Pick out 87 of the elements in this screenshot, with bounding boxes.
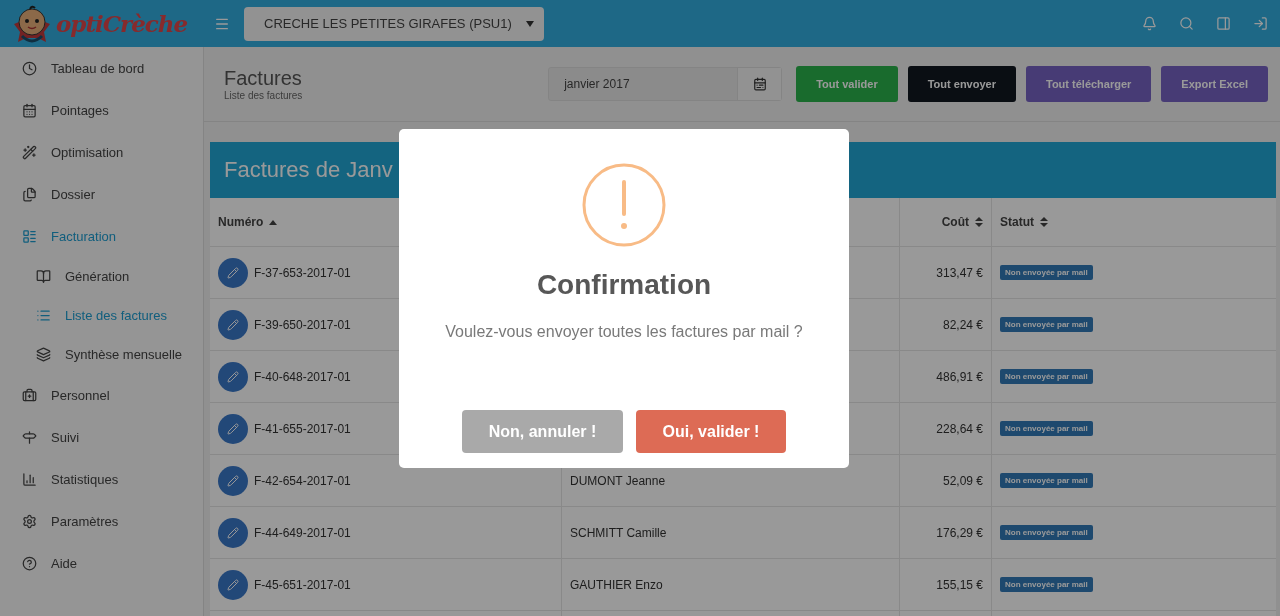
- sidebar-item[interactable]: Tableau de bord: [0, 47, 203, 89]
- action-button[interactable]: Tout envoyer: [907, 66, 1016, 102]
- month-field[interactable]: janvier 2017: [548, 67, 783, 101]
- dialog-message: Voulez-vous envoyer toutes les factures par mail ?: [445, 323, 803, 341]
- pencil-icon: [227, 318, 239, 331]
- invoice-cost: 228,64 €: [936, 421, 983, 436]
- page-title: Factures: [224, 67, 303, 90]
- invoice-number: F-45-651-2017-01: [254, 577, 351, 592]
- invoice-cost: 52,09 €: [942, 473, 983, 488]
- files-icon: [22, 186, 37, 202]
- column-header[interactable]: Statut: [1000, 215, 1034, 229]
- invoice-number: F-42-654-2017-01: [254, 473, 351, 488]
- settings-icon: [22, 513, 37, 529]
- pencil-icon: [227, 422, 239, 435]
- sidebar-item[interactable]: Personnel: [0, 374, 203, 416]
- sort-icon[interactable]: [1040, 217, 1048, 227]
- layers-icon: [36, 347, 51, 362]
- invoice-number: F-39-650-2017-01: [254, 317, 351, 332]
- invoice-cost: 486,91 €: [936, 369, 983, 384]
- pencil-icon: [227, 474, 239, 487]
- sort-ascending-icon[interactable]: [269, 219, 278, 225]
- column-header[interactable]: Numéro: [218, 215, 264, 229]
- status-badge: Non envoyée par mail: [1000, 317, 1093, 332]
- edit-button[interactable]: [218, 257, 248, 288]
- child-name: SCHMITT Camille: [570, 525, 667, 540]
- site-select[interactable]: CRECHE LES PETITES GIRAFES (PSU1): [244, 6, 544, 41]
- edit-button[interactable]: [218, 309, 248, 340]
- sidebar-item[interactable]: Aide: [0, 542, 203, 584]
- book-icon: [36, 269, 51, 284]
- calendar-icon[interactable]: [752, 77, 767, 91]
- bar-chart-icon: [22, 471, 37, 487]
- status-badge: Non envoyée par mail: [1000, 265, 1093, 280]
- child-name: DUMONT Jeanne: [570, 473, 666, 488]
- edit-button[interactable]: [218, 517, 248, 548]
- caret-icon[interactable]: [526, 20, 534, 27]
- child-name: GAUTHIER Enzo: [570, 577, 663, 592]
- invoice-cost: 176,29 €: [936, 525, 983, 540]
- action-button[interactable]: Export Excel: [1161, 66, 1268, 102]
- pencil-icon: [227, 266, 239, 279]
- edit-button[interactable]: [218, 569, 248, 600]
- sidebar-item[interactable]: Dossier: [0, 173, 203, 215]
- list-panel-icon: [22, 228, 37, 244]
- column-header[interactable]: Coût: [941, 215, 969, 229]
- status-badge: Non envoyée par mail: [1000, 473, 1093, 488]
- sort-icon[interactable]: [975, 217, 983, 227]
- help-icon: [22, 555, 37, 571]
- invoice-cost: 155,15 €: [936, 577, 983, 592]
- confirm-button[interactable]: Oui, valider !: [636, 410, 786, 453]
- sidebar-item[interactable]: Pointages: [0, 89, 203, 131]
- status-badge: Non envoyée par mail: [1000, 369, 1093, 384]
- invoice-number: F-37-653-2017-01: [254, 265, 351, 280]
- sidebar-item[interactable]: Statistiques: [0, 458, 203, 500]
- panel-title: Factures de Janv: [224, 157, 393, 183]
- invoice-number: F-44-649-2017-01: [254, 525, 351, 540]
- list-icon: [36, 308, 51, 323]
- pencil-icon: [227, 526, 239, 539]
- pencil-icon: [227, 370, 239, 383]
- sidebar-subitem[interactable]: Synthèse mensuelle: [0, 335, 203, 374]
- panel-icon[interactable]: [1216, 16, 1231, 31]
- invoice-number: F-41-655-2017-01: [254, 421, 351, 436]
- status-badge: Non envoyée par mail: [1000, 577, 1093, 592]
- logout-icon[interactable]: [1253, 16, 1268, 31]
- edit-button[interactable]: [218, 361, 248, 392]
- invoice-number: F-40-648-2017-01: [254, 369, 351, 384]
- edit-button[interactable]: [218, 465, 248, 496]
- invoice-cost: 82,24 €: [942, 317, 983, 332]
- logo-text: optiCrèche: [56, 10, 188, 37]
- warning-icon: [582, 163, 666, 247]
- calendar-icon: [22, 102, 37, 118]
- status-badge: Non envoyée par mail: [1000, 421, 1093, 436]
- dialog-title: Confirmation: [536, 269, 712, 301]
- invoice-cost: 313,47 €: [936, 265, 983, 280]
- wand-icon: [22, 144, 37, 160]
- pencil-icon: [227, 578, 239, 591]
- status-badge: Non envoyée par mail: [1000, 525, 1093, 540]
- search-icon[interactable]: [1179, 16, 1194, 31]
- sidebar-item[interactable]: Optimisation: [0, 131, 203, 173]
- sidebar-item[interactable]: Suivi: [0, 416, 203, 458]
- edit-button[interactable]: [218, 413, 248, 444]
- sidebar-subitem[interactable]: Génération: [0, 257, 203, 296]
- sidebar-item[interactable]: Paramètres: [0, 500, 203, 542]
- signpost-icon: [22, 429, 37, 445]
- page-subtitle: Liste des factures: [224, 90, 303, 101]
- bell-icon[interactable]: [1142, 16, 1157, 31]
- clock-icon: [22, 60, 37, 76]
- briefcase-icon: [22, 387, 37, 403]
- action-button[interactable]: Tout télécharger: [1026, 66, 1152, 102]
